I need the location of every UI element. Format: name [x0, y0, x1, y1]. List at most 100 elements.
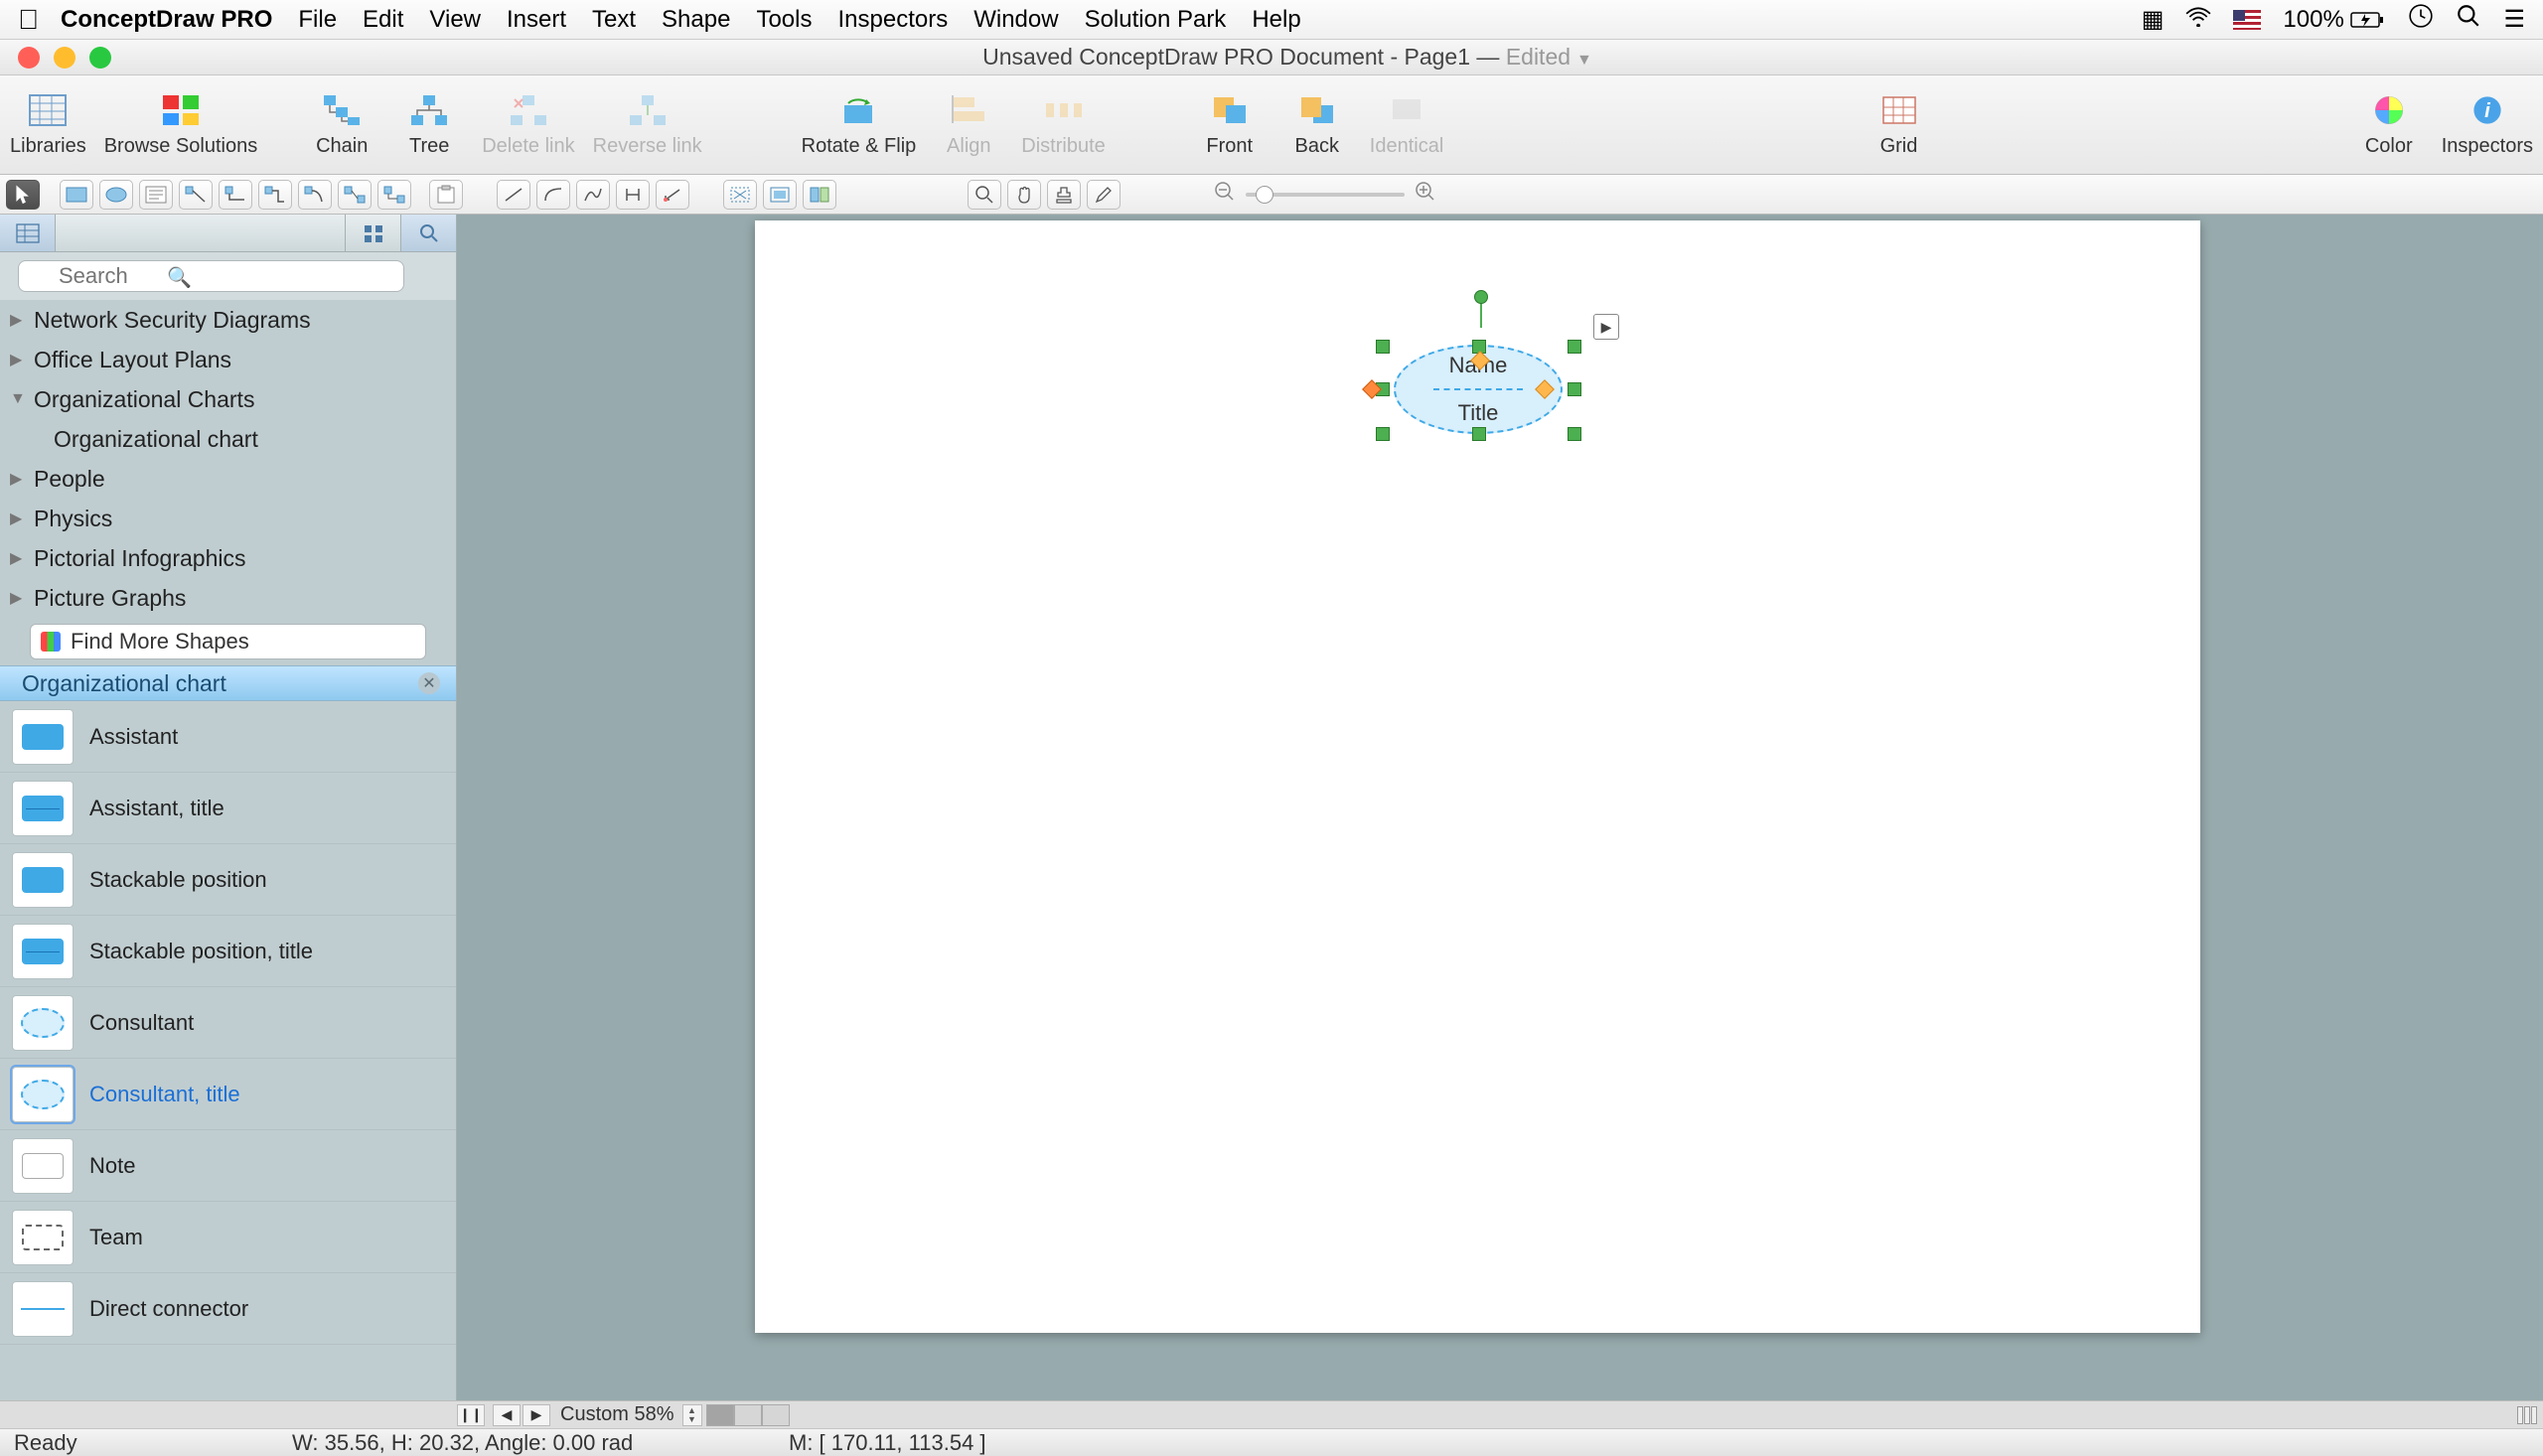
menu-help[interactable]: Help	[1252, 6, 1300, 34]
stamp-tool[interactable]	[1047, 180, 1081, 210]
prev-page-button[interactable]: ◀	[493, 1404, 521, 1426]
menu-inspectors[interactable]: Inspectors	[837, 6, 948, 34]
tree-button[interactable]: Tree	[394, 91, 464, 158]
sidebar-tab-search[interactable]	[400, 215, 456, 251]
spline-tool[interactable]	[576, 180, 610, 210]
pause-icon[interactable]: ❙❙	[457, 1404, 485, 1426]
menubar-extra-icon[interactable]: ▦	[2142, 5, 2165, 34]
tree-category[interactable]: ▶Pictorial Infographics	[0, 538, 456, 578]
window-minimize-button[interactable]	[54, 47, 75, 69]
app-name[interactable]: ConceptDraw PRO	[61, 6, 272, 34]
front-button[interactable]: Front	[1195, 91, 1265, 158]
page[interactable]: Name Title ▶	[755, 220, 2200, 1333]
menu-tools[interactable]: Tools	[756, 6, 812, 34]
next-page-button[interactable]: ▶	[523, 1404, 550, 1426]
rotation-handle[interactable]	[1474, 290, 1488, 304]
ellipse-tool[interactable]	[99, 180, 133, 210]
canvas-area[interactable]: Name Title ▶	[457, 215, 2543, 1400]
window-close-button[interactable]	[18, 47, 40, 69]
library-search-input[interactable]	[18, 260, 404, 292]
dimension-tool-1[interactable]	[616, 180, 650, 210]
battery-status[interactable]: 100%	[2283, 6, 2386, 34]
shape-item[interactable]: Note	[0, 1130, 456, 1202]
connector-tool-3[interactable]	[258, 180, 292, 210]
resize-handle[interactable]	[1376, 340, 1390, 354]
zoom-stepper[interactable]: ▲▼	[682, 1404, 702, 1426]
menu-window[interactable]: Window	[973, 6, 1058, 34]
notification-center-icon[interactable]: ☰	[2503, 5, 2525, 34]
shape-item[interactable]: Assistant, title	[0, 773, 456, 844]
color-button[interactable]: Color	[2354, 91, 2424, 158]
tree-category[interactable]: ▶Picture Graphs	[0, 578, 456, 618]
input-source-flag-icon[interactable]	[2233, 10, 2261, 30]
connector-tool-4[interactable]	[298, 180, 332, 210]
chain-button[interactable]: Chain	[307, 91, 376, 158]
shape-item[interactable]: Direct connector	[0, 1273, 456, 1345]
back-button[interactable]: Back	[1282, 91, 1352, 158]
resize-handle[interactable]	[1376, 427, 1390, 441]
menu-text[interactable]: Text	[592, 6, 636, 34]
clipboard-tool[interactable]	[429, 180, 463, 210]
resize-handle[interactable]	[1568, 340, 1581, 354]
resize-handle[interactable]	[1568, 427, 1581, 441]
smart-action-button[interactable]: ▶	[1593, 314, 1619, 340]
line-tool[interactable]	[497, 180, 530, 210]
sidebar-tab-tree[interactable]	[0, 215, 56, 251]
tree-category[interactable]: ▼Organizational Charts	[0, 379, 456, 419]
shape-item[interactable]: Consultant, title	[0, 1059, 456, 1130]
zoom-level-label[interactable]: Custom 58%	[560, 1403, 674, 1426]
page-tab[interactable]	[762, 1404, 790, 1426]
tree-category[interactable]: ▶Physics	[0, 499, 456, 538]
connector-tool-6[interactable]	[377, 180, 411, 210]
menu-view[interactable]: View	[429, 6, 481, 34]
grid-button[interactable]: Grid	[1865, 91, 1934, 158]
shape-item[interactable]: Consultant	[0, 987, 456, 1059]
connector-tool-1[interactable]	[179, 180, 213, 210]
apple-menu-icon[interactable]: 	[18, 4, 39, 36]
pencil-tool[interactable]	[1087, 180, 1121, 210]
clock-icon[interactable]	[2408, 3, 2434, 36]
rotate-flip-button[interactable]: Rotate & Flip	[802, 91, 917, 158]
rect-tool[interactable]	[60, 180, 93, 210]
view-mode-icon[interactable]	[2524, 1406, 2530, 1424]
tree-category[interactable]: ▶Network Security Diagrams	[0, 300, 456, 340]
tree-category[interactable]: ▶People	[0, 459, 456, 499]
dimension-tool-2[interactable]	[656, 180, 689, 210]
zoom-in-icon[interactable]	[1415, 181, 1436, 208]
title-dropdown-icon[interactable]: ▼	[1576, 52, 1592, 69]
layout-tool-2[interactable]	[763, 180, 797, 210]
shape-item[interactable]: Stackable position, title	[0, 916, 456, 987]
window-zoom-button[interactable]	[89, 47, 111, 69]
zoom-slider[interactable]	[1246, 193, 1405, 197]
layout-tool-1[interactable]	[723, 180, 757, 210]
text-box-tool[interactable]	[139, 180, 173, 210]
connector-tool-2[interactable]	[219, 180, 252, 210]
tree-item[interactable]: Organizational chart	[0, 419, 456, 459]
shape-item[interactable]: Team	[0, 1202, 456, 1273]
selected-shape[interactable]: Name Title ▶	[1379, 320, 1577, 429]
zoom-tool[interactable]	[968, 180, 1001, 210]
wifi-icon[interactable]	[2185, 6, 2211, 34]
libraries-button[interactable]: Libraries	[10, 91, 86, 158]
resize-handle[interactable]	[1472, 427, 1486, 441]
find-more-shapes-button[interactable]: Find More Shapes	[30, 624, 426, 659]
menu-edit[interactable]: Edit	[363, 6, 403, 34]
browse-solutions-button[interactable]: Browse Solutions	[104, 91, 258, 158]
view-mode-icon[interactable]	[2531, 1406, 2537, 1424]
select-tool[interactable]	[6, 180, 40, 210]
connector-tool-5[interactable]	[338, 180, 372, 210]
spotlight-icon[interactable]	[2456, 3, 2481, 36]
shape-title-text[interactable]: Title	[1458, 400, 1499, 426]
tree-category[interactable]: ▶Office Layout Plans	[0, 340, 456, 379]
sidebar-tab-grid[interactable]	[345, 215, 400, 251]
page-tab[interactable]	[706, 1404, 734, 1426]
layout-tool-3[interactable]	[803, 180, 836, 210]
shape-item[interactable]: Assistant	[0, 701, 456, 773]
page-tab[interactable]	[734, 1404, 762, 1426]
arc-tool[interactable]	[536, 180, 570, 210]
resize-handle[interactable]	[1568, 382, 1581, 396]
menu-insert[interactable]: Insert	[507, 6, 566, 34]
view-mode-icon[interactable]	[2517, 1406, 2523, 1424]
shape-item[interactable]: Stackable position	[0, 844, 456, 916]
menu-shape[interactable]: Shape	[662, 6, 730, 34]
